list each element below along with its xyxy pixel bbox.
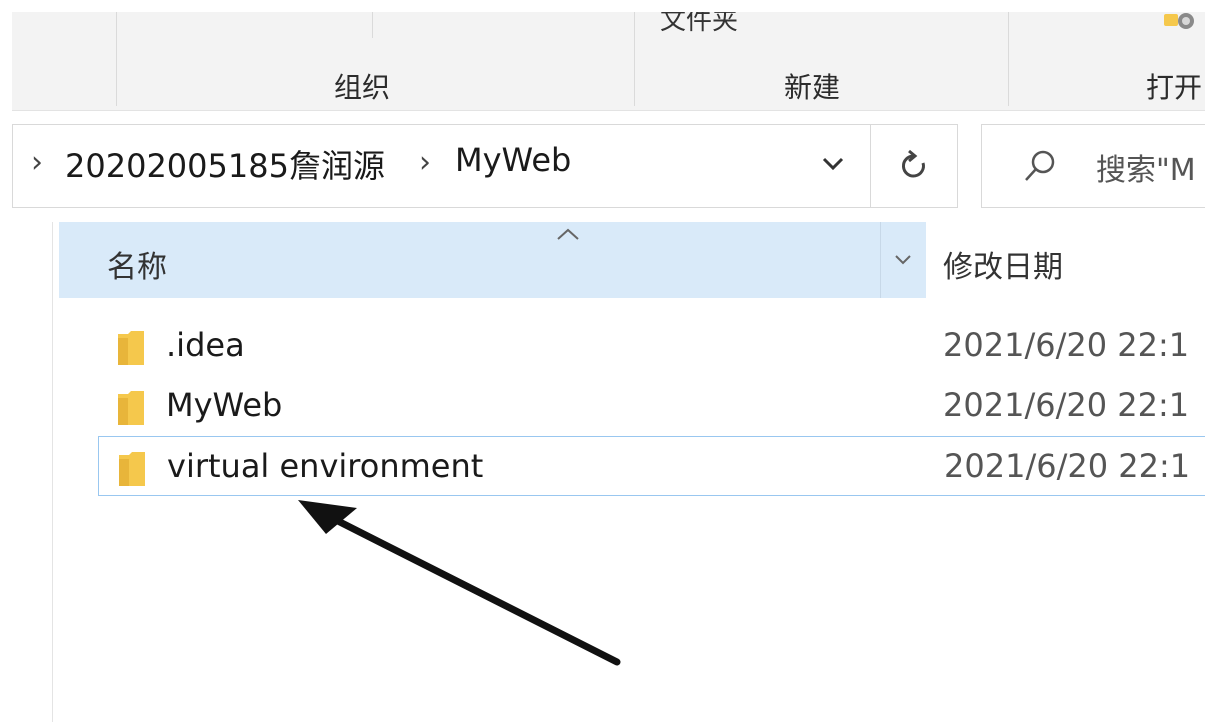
annotation-arrow-icon xyxy=(298,500,621,666)
